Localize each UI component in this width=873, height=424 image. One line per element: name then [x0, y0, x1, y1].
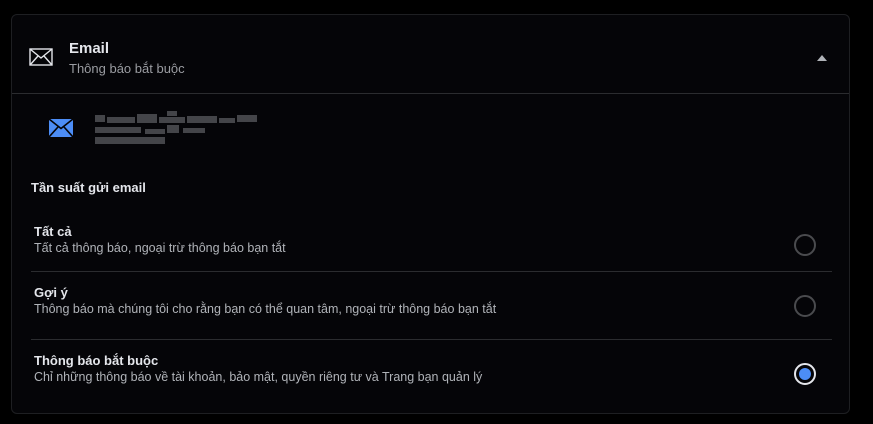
radio-button[interactable] — [794, 234, 816, 256]
option-description: Thông báo mà chúng tôi cho rằng bạn có t… — [34, 302, 497, 316]
email-section-header[interactable]: Email Thông báo bắt buộc — [12, 15, 849, 94]
frequency-label: Tần suất gửi email — [31, 180, 146, 195]
section-title: Email — [69, 40, 110, 57]
option-description: Tất cả thông báo, ngoại trừ thông báo bạ… — [34, 241, 286, 255]
frequency-option-suggested[interactable]: Gợi ý Thông báo mà chúng tôi cho rằng bạ… — [31, 271, 832, 339]
email-settings-card: Email Thông báo bắt buộc Tần suất gửi em… — [11, 14, 850, 414]
frequency-option-all[interactable]: Tất cả Tất cả thông báo, ngoại trừ thông… — [31, 211, 832, 278]
frequency-option-required[interactable]: Thông báo bắt buộc Chỉ những thông báo v… — [31, 339, 832, 407]
envelope-outline-icon — [29, 48, 53, 66]
option-title: Gợi ý — [34, 285, 68, 300]
option-title: Tất cả — [34, 224, 72, 239]
obscured-email-address — [95, 111, 257, 145]
option-description: Chỉ những thông báo về tài khoản, bảo mậ… — [34, 370, 483, 384]
section-subtitle: Thông báo bắt buộc — [69, 61, 185, 76]
option-title: Thông báo bắt buộc — [34, 353, 159, 368]
caret-up-icon[interactable] — [817, 55, 827, 61]
radio-button-selected[interactable] — [794, 363, 816, 385]
envelope-filled-icon — [49, 119, 73, 137]
radio-button[interactable] — [794, 295, 816, 317]
email-account-row — [12, 94, 849, 164]
